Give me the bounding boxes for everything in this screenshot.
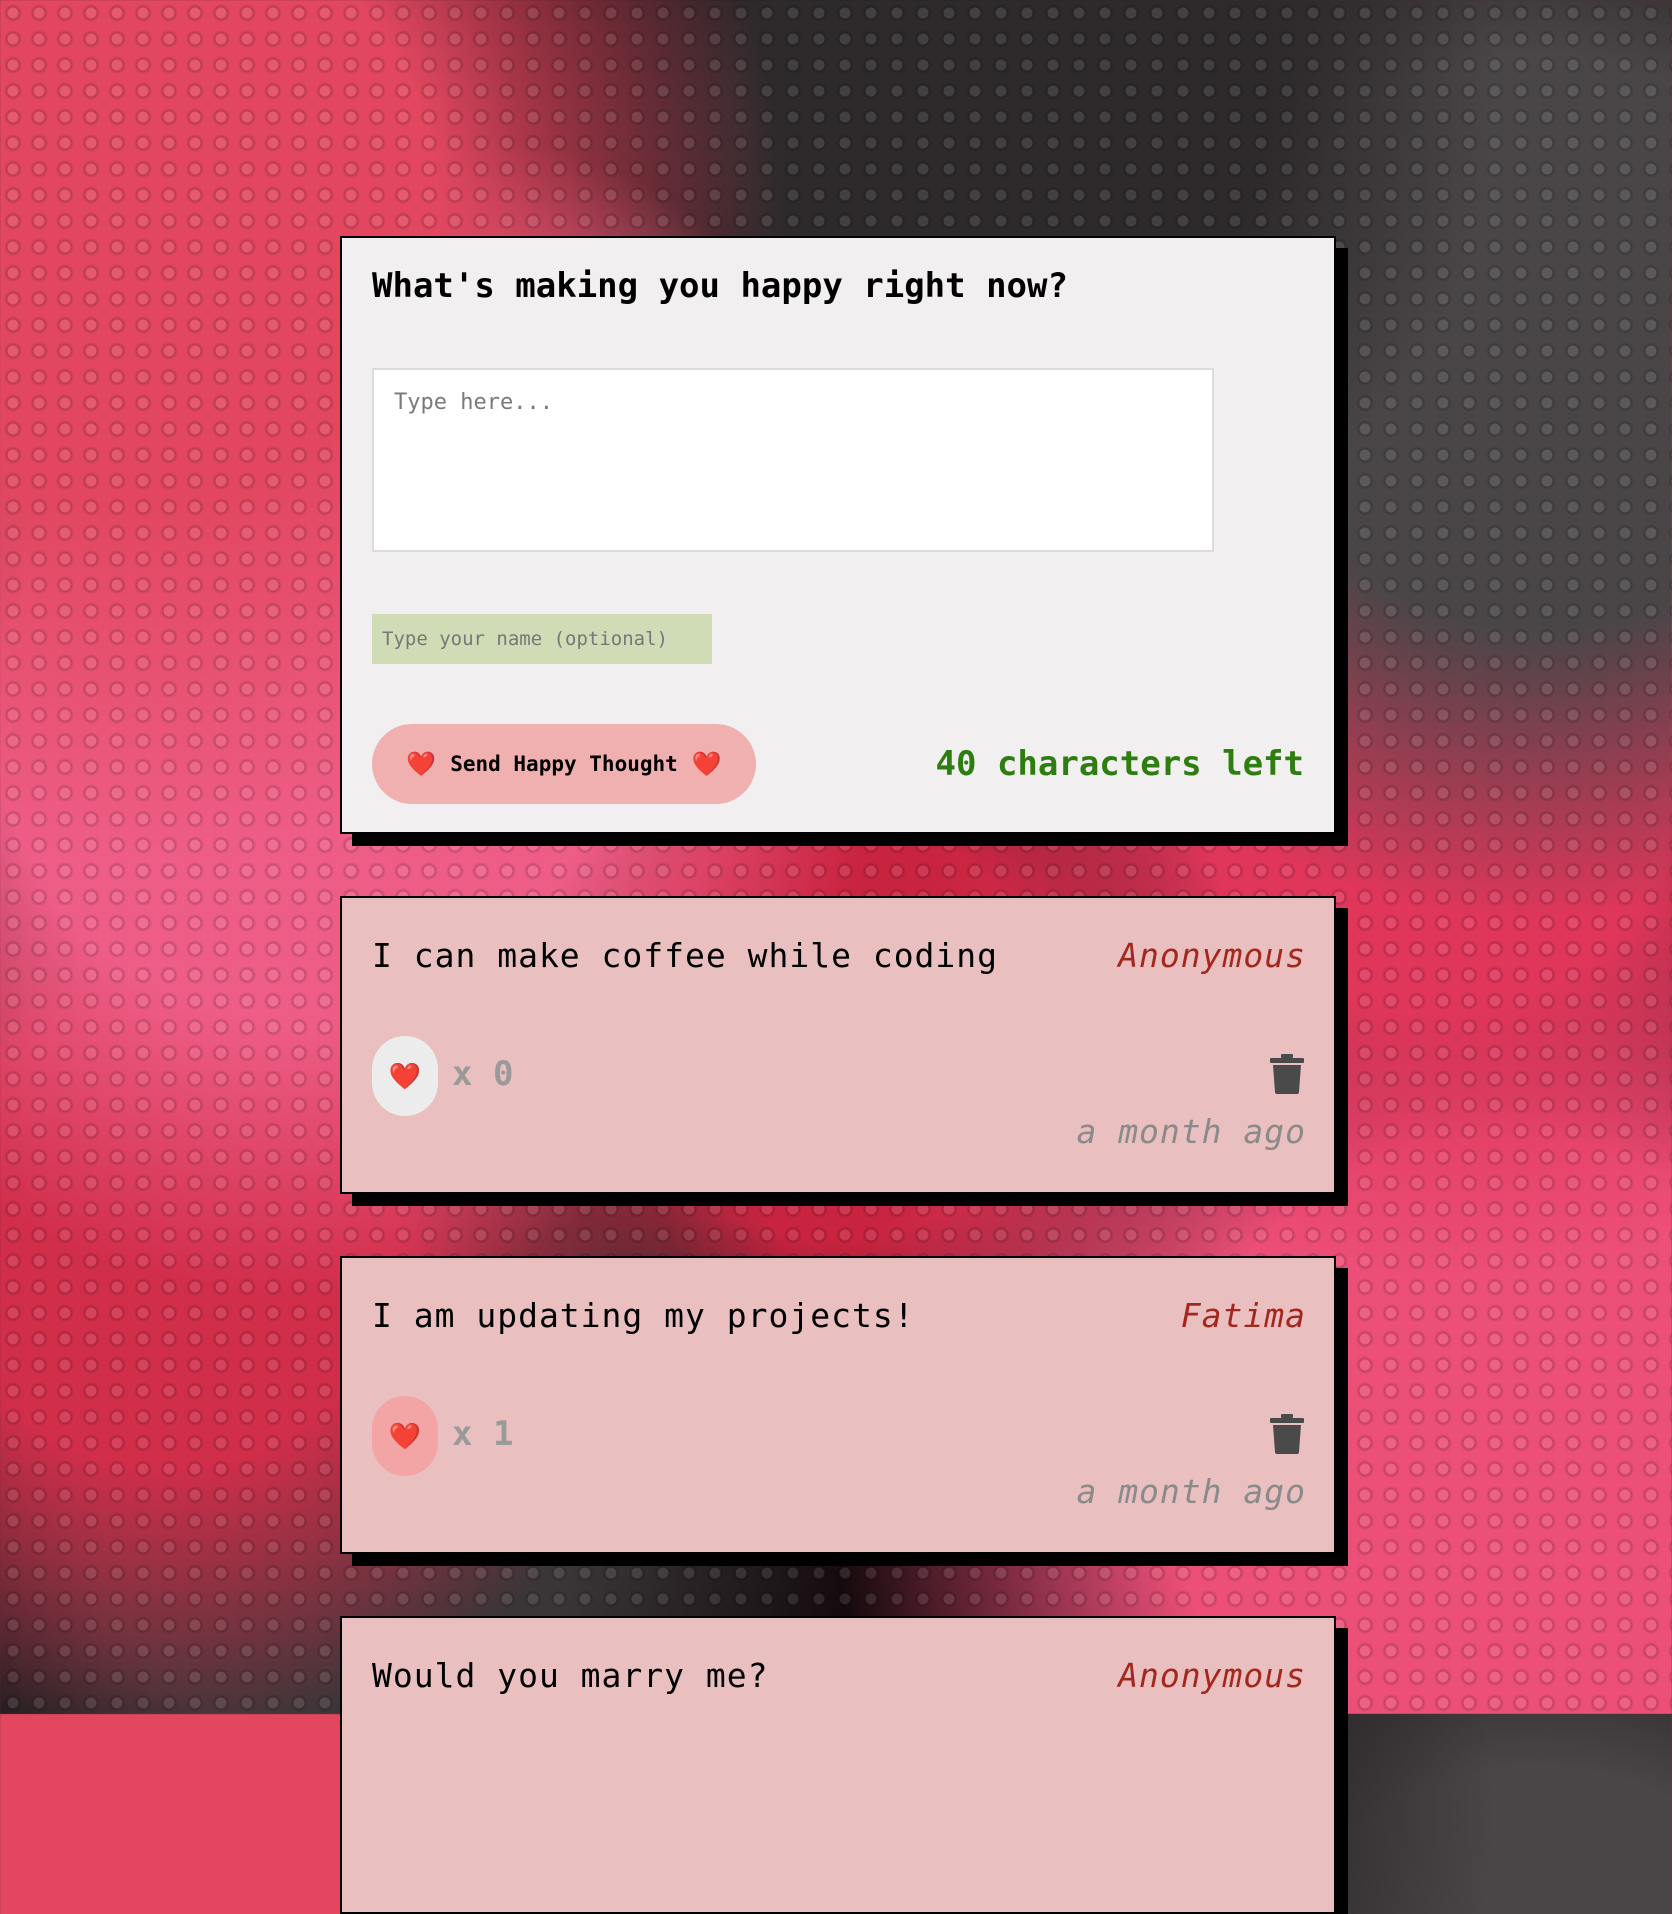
- heart-icon: ❤️: [388, 1420, 422, 1451]
- like-count: x 0: [452, 1054, 514, 1094]
- characters-left: 40 characters left: [935, 744, 1304, 784]
- thought-timestamp: a month ago: [1076, 1112, 1306, 1151]
- heart-icon: ❤️: [388, 1060, 422, 1091]
- delete-button[interactable]: [1270, 1414, 1304, 1454]
- thought-input[interactable]: [372, 368, 1214, 552]
- send-button-label: Send Happy Thought: [450, 752, 678, 776]
- thought-author: Anonymous: [1118, 1656, 1306, 1695]
- thought-message: I am updating my projects!: [372, 1296, 915, 1335]
- thought-card: I am updating my projects! Fatima ❤️ x 1…: [340, 1256, 1336, 1554]
- trash-icon: [1270, 1414, 1304, 1454]
- form-title: What's making you happy right now?: [372, 266, 1068, 306]
- like-button[interactable]: ❤️: [372, 1396, 438, 1476]
- trash-icon: [1270, 1054, 1304, 1094]
- delete-button[interactable]: [1270, 1054, 1304, 1094]
- thought-message: I can make coffee while coding: [372, 936, 999, 975]
- thought-message: Would you marry me?: [372, 1656, 769, 1695]
- like-count: x 1: [452, 1414, 514, 1454]
- happy-thought-form: What's making you happy right now? ❤️ Se…: [340, 236, 1336, 834]
- name-input[interactable]: [372, 614, 712, 664]
- heart-icon: ❤️: [406, 750, 437, 778]
- send-happy-thought-button[interactable]: ❤️ Send Happy Thought ❤️: [372, 724, 756, 804]
- thought-card: Would you marry me? Anonymous: [340, 1616, 1336, 1914]
- thought-author: Fatima: [1180, 1296, 1306, 1335]
- like-button[interactable]: ❤️: [372, 1036, 438, 1116]
- thought-author: Anonymous: [1118, 936, 1306, 975]
- thought-timestamp: a month ago: [1076, 1472, 1306, 1511]
- thought-card: I can make coffee while coding Anonymous…: [340, 896, 1336, 1194]
- heart-icon: ❤️: [691, 750, 722, 778]
